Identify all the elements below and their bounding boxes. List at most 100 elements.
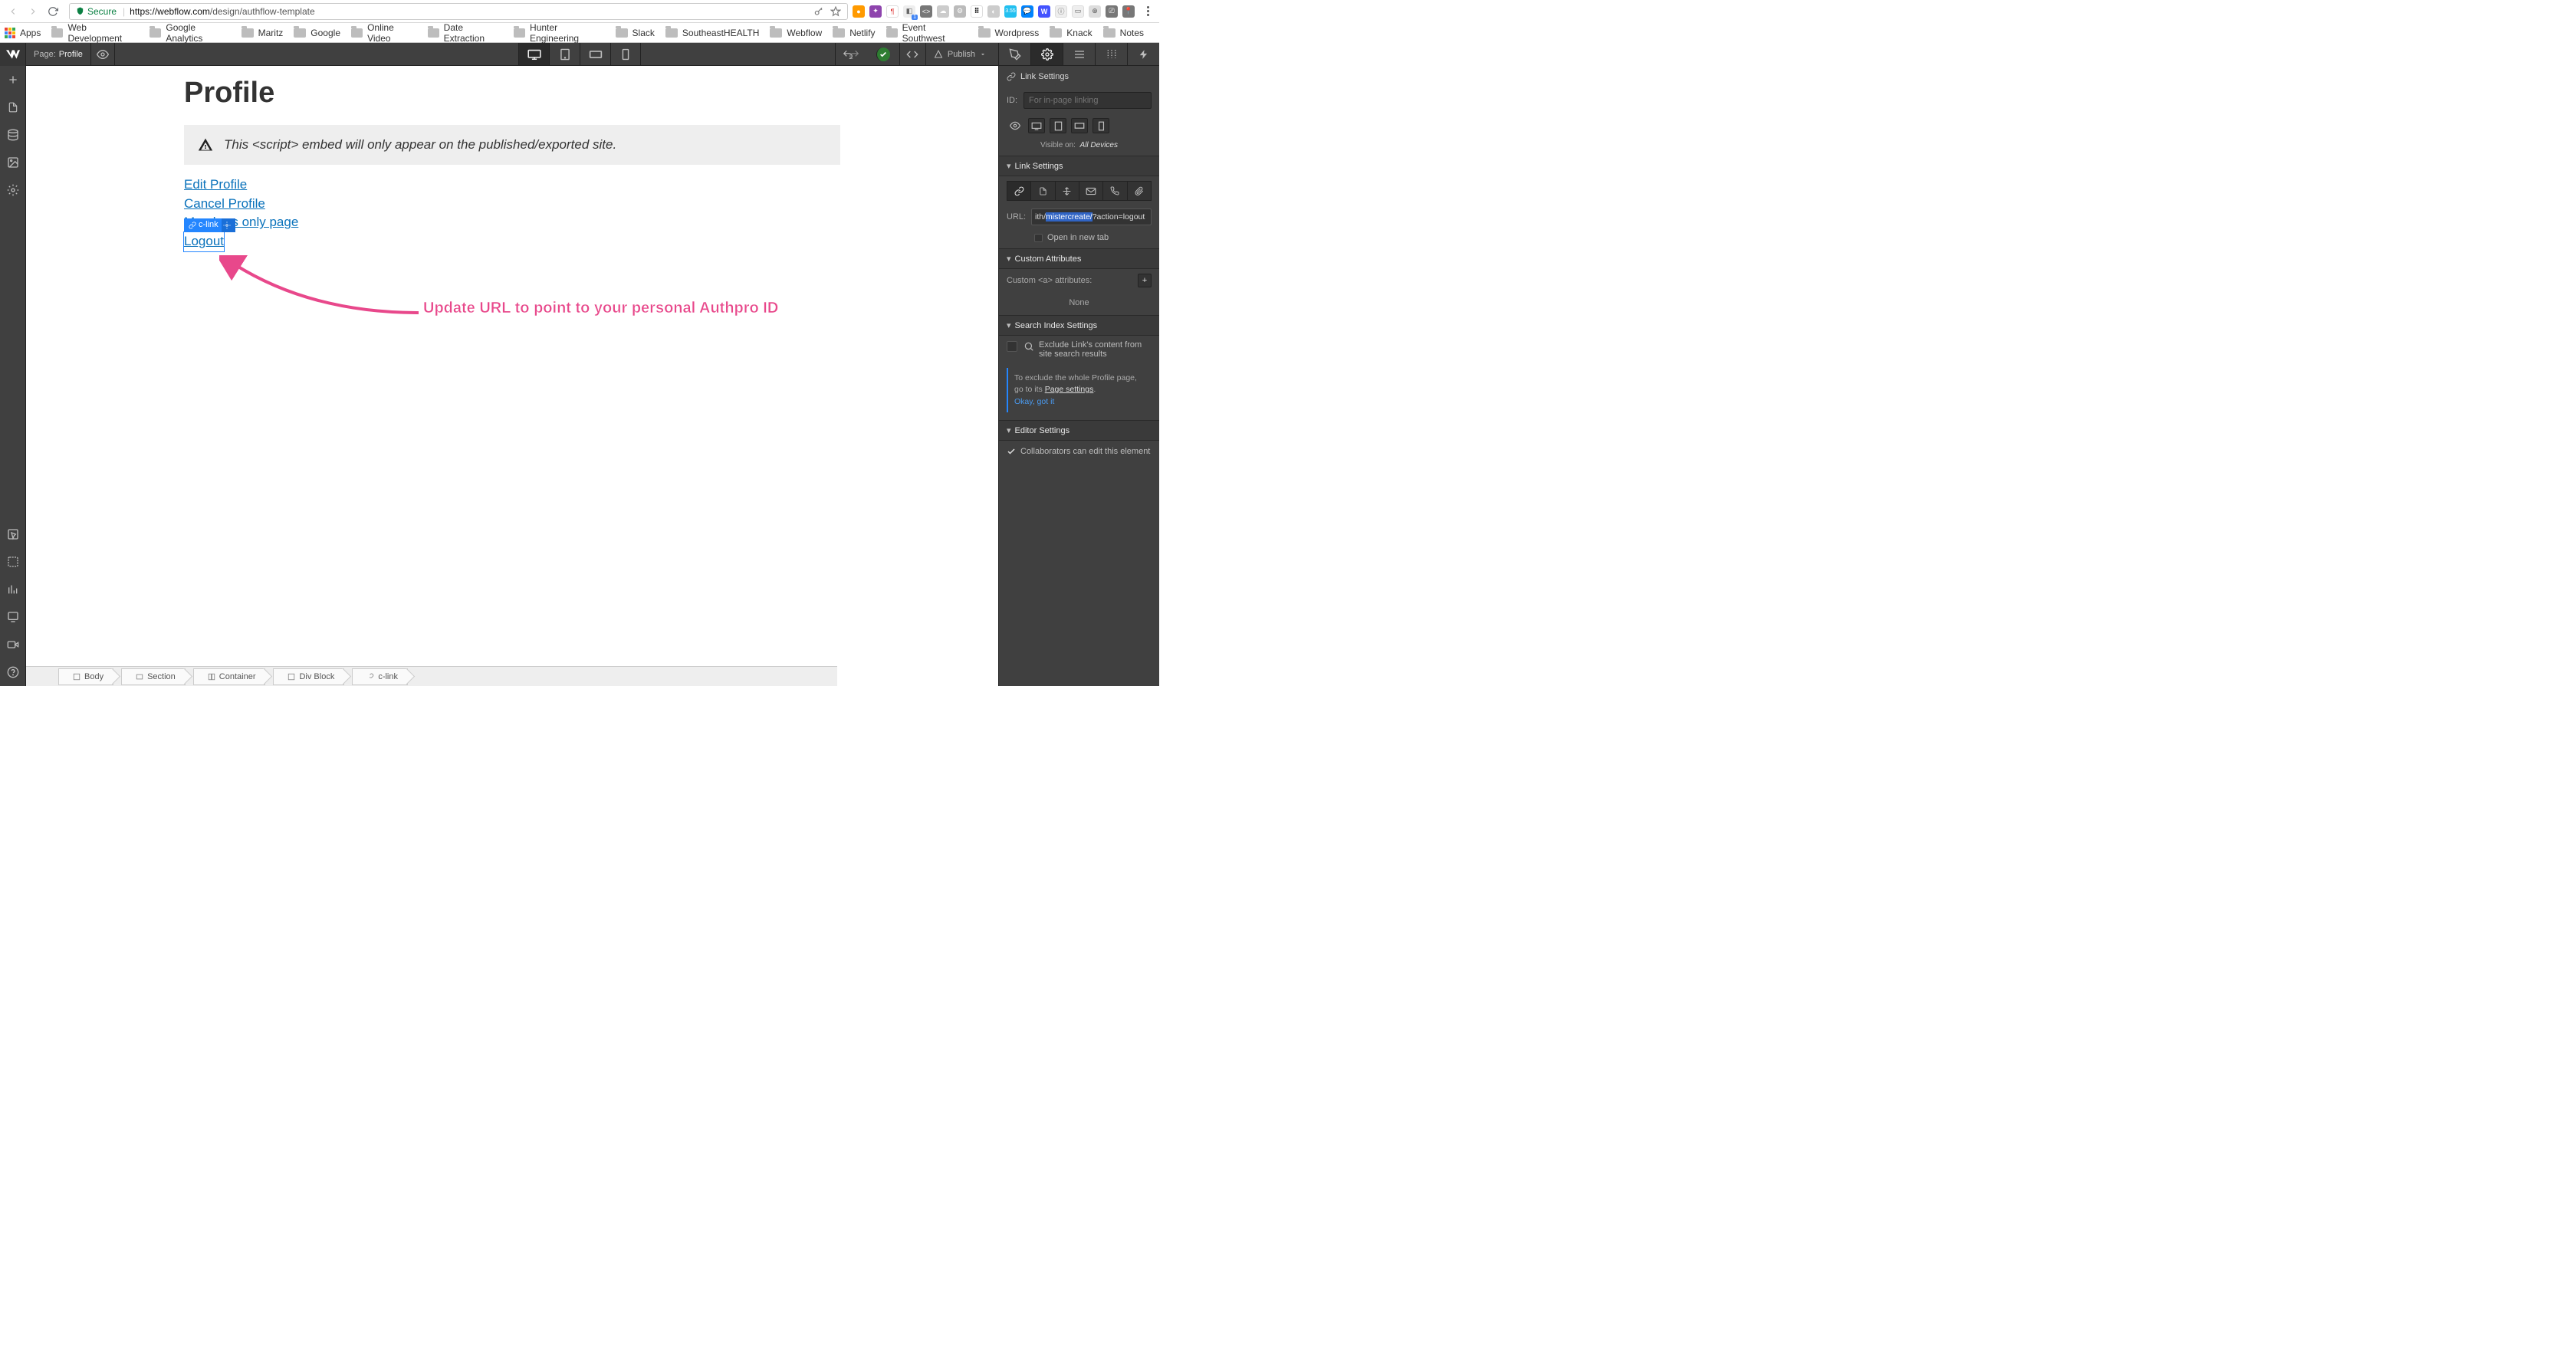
bookmark-folder[interactable]: Event Southwest [886, 22, 968, 44]
ext-icon[interactable]: ● [853, 5, 865, 18]
back-button[interactable] [5, 3, 21, 20]
canvas[interactable]: Profile This <script> embed will only ap… [26, 66, 998, 686]
bookmark-folder[interactable]: SoutheastHEALTH [665, 28, 760, 38]
link-type-phone[interactable] [1102, 181, 1126, 201]
link-type-page[interactable] [1030, 181, 1054, 201]
page-settings-link[interactable]: Page settings [1045, 385, 1094, 394]
section-link-settings[interactable]: ▾Link Settings [999, 156, 1159, 176]
page-heading[interactable]: Profile [184, 77, 840, 110]
style-tab[interactable] [998, 43, 1030, 65]
publish-button[interactable]: Publish [925, 43, 998, 65]
preview-toggle[interactable] [90, 43, 115, 66]
bookmark-folder[interactable]: Knack [1050, 28, 1092, 38]
redo-button[interactable] [841, 43, 867, 66]
vis-desktop[interactable] [1028, 118, 1045, 133]
ext-icon[interactable]: ◧1 [903, 5, 915, 18]
ext-icon[interactable]: ⠿ [971, 5, 983, 18]
ext-icon[interactable]: ✦ [869, 5, 882, 18]
add-elements-button[interactable] [0, 66, 26, 94]
vis-phone[interactable] [1092, 118, 1109, 133]
crumb[interactable]: c-link [352, 668, 408, 685]
dismiss-tip-link[interactable]: Okay, got it [1014, 396, 1145, 408]
apps-bookmark[interactable]: Apps [5, 28, 41, 38]
status-check-icon[interactable] [876, 48, 890, 61]
crumb[interactable]: Container [193, 668, 266, 685]
code-export-button[interactable] [899, 43, 925, 66]
ext-icon[interactable]: <> [920, 5, 932, 18]
ext-icon[interactable]: 💬 [1021, 5, 1033, 18]
ext-icon[interactable]: ☁ [937, 5, 949, 18]
ext-icon[interactable]: 📍 [1122, 5, 1135, 18]
reload-button[interactable] [44, 3, 61, 20]
canvas-link[interactable]: Edit Profile [184, 176, 247, 195]
style-manager-tab[interactable] [1063, 43, 1095, 65]
ext-icon[interactable]: ¶ [886, 5, 899, 18]
bookmark-folder[interactable]: Hunter Engineering [514, 22, 605, 44]
pages-button[interactable] [0, 94, 26, 121]
bolt-tab[interactable] [1127, 43, 1159, 65]
canvas-link[interactable]: Cancel Profile [184, 195, 265, 214]
help-button[interactable] [0, 658, 26, 686]
symbols-button[interactable] [0, 548, 26, 576]
exclude-search-checkbox[interactable] [1007, 341, 1017, 352]
device-desktop[interactable] [518, 43, 549, 65]
address-bar[interactable]: Secure | https://webflow.com/design/auth… [69, 3, 848, 20]
bookmark-folder[interactable]: Notes [1103, 28, 1144, 38]
settings-tab[interactable] [1030, 43, 1063, 65]
settings-button[interactable] [0, 176, 26, 204]
assets-button[interactable] [0, 149, 26, 176]
embed-placeholder[interactable]: This <script> embed will only appear on … [184, 125, 840, 165]
chrome-menu-icon[interactable] [1141, 6, 1155, 16]
section-search-index[interactable]: ▾Search Index Settings [999, 315, 1159, 336]
ext-icon[interactable]: ⊕ [1089, 5, 1101, 18]
crumb[interactable]: Div Block [273, 668, 344, 685]
bookmark-folder[interactable]: Slack [616, 28, 655, 38]
device-phone[interactable] [610, 43, 641, 65]
ext-icon[interactable]: 3.55 [1004, 5, 1017, 18]
bookmark-folder[interactable]: Maritz [242, 28, 284, 38]
bookmark-folder[interactable]: Webflow [770, 28, 822, 38]
bookmark-folder[interactable]: Google [294, 28, 340, 38]
selection-settings-icon[interactable] [222, 218, 235, 232]
ext-icon[interactable]: ◐ [987, 5, 1000, 18]
bookmark-folder[interactable]: Web Development [51, 22, 139, 44]
link-type-section[interactable] [1055, 181, 1079, 201]
ext-icon[interactable]: ▭ [1072, 5, 1084, 18]
ext-icon[interactable]: W [1038, 5, 1050, 18]
bookmark-folder[interactable]: Google Analytics [150, 22, 230, 44]
webflow-logo[interactable] [0, 43, 26, 66]
search-button[interactable] [0, 603, 26, 631]
star-icon[interactable] [830, 6, 841, 17]
open-new-tab-checkbox[interactable]: Open in new tab [999, 228, 1159, 248]
vis-landscape[interactable] [1071, 118, 1088, 133]
forward-button[interactable] [25, 3, 41, 20]
ext-icon[interactable]: ⓘ [1055, 5, 1067, 18]
page-selector[interactable]: Page:Profile [26, 43, 90, 65]
crumb[interactable]: Body [58, 668, 113, 685]
device-tablet[interactable] [549, 43, 580, 65]
link-type-email[interactable] [1079, 181, 1102, 201]
video-button[interactable] [0, 631, 26, 658]
ext-icon[interactable]: ⚙ [954, 5, 966, 18]
crumb[interactable]: Section [121, 668, 186, 685]
link-type-url[interactable] [1007, 181, 1030, 201]
selection-tag[interactable]: c-link [184, 218, 235, 232]
bookmark-folder[interactable]: Wordpress [978, 28, 1040, 38]
ext-icon[interactable]: ⎚ [1106, 5, 1118, 18]
collaborators-toggle[interactable]: Collaborators can edit this element [999, 441, 1159, 462]
id-input[interactable] [1024, 92, 1152, 109]
canvas-link-selected[interactable]: c-link Logout [184, 232, 224, 251]
section-custom-attrs[interactable]: ▾Custom Attributes [999, 248, 1159, 269]
navigator-button[interactable] [0, 520, 26, 548]
link-type-file[interactable] [1127, 181, 1152, 201]
section-editor-settings[interactable]: ▾Editor Settings [999, 420, 1159, 441]
interactions-tab[interactable] [1095, 43, 1127, 65]
bookmark-folder[interactable]: Online Video [351, 22, 417, 44]
bookmark-folder[interactable]: Netlify [833, 28, 875, 38]
url-input[interactable]: ith/mistercreate/?action=logout [1031, 208, 1152, 225]
bookmark-folder[interactable]: Date Extraction [428, 22, 503, 44]
audit-button[interactable] [0, 576, 26, 603]
add-attr-button[interactable]: + [1138, 274, 1152, 287]
vis-tablet[interactable] [1050, 118, 1066, 133]
device-landscape[interactable] [580, 43, 610, 65]
